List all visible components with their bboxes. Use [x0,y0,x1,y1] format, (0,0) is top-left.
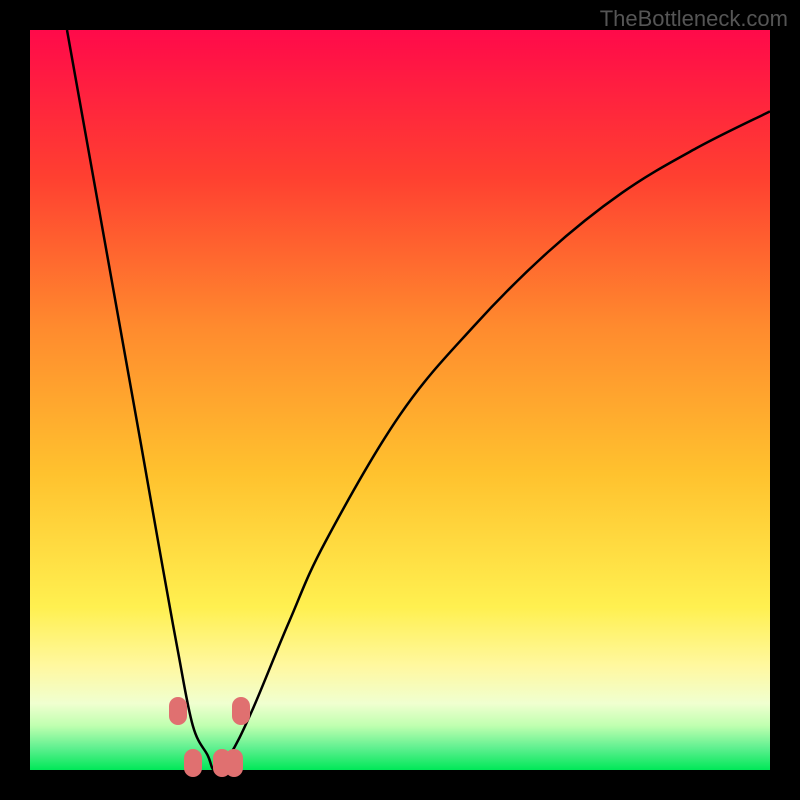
watermark-text: TheBottleneck.com [600,6,788,32]
highlighted-point [169,697,187,725]
highlighted-point [225,749,243,777]
highlighted-point [232,697,250,725]
chart-container [30,30,770,770]
highlighted-point [184,749,202,777]
bottleneck-curve [30,30,770,770]
